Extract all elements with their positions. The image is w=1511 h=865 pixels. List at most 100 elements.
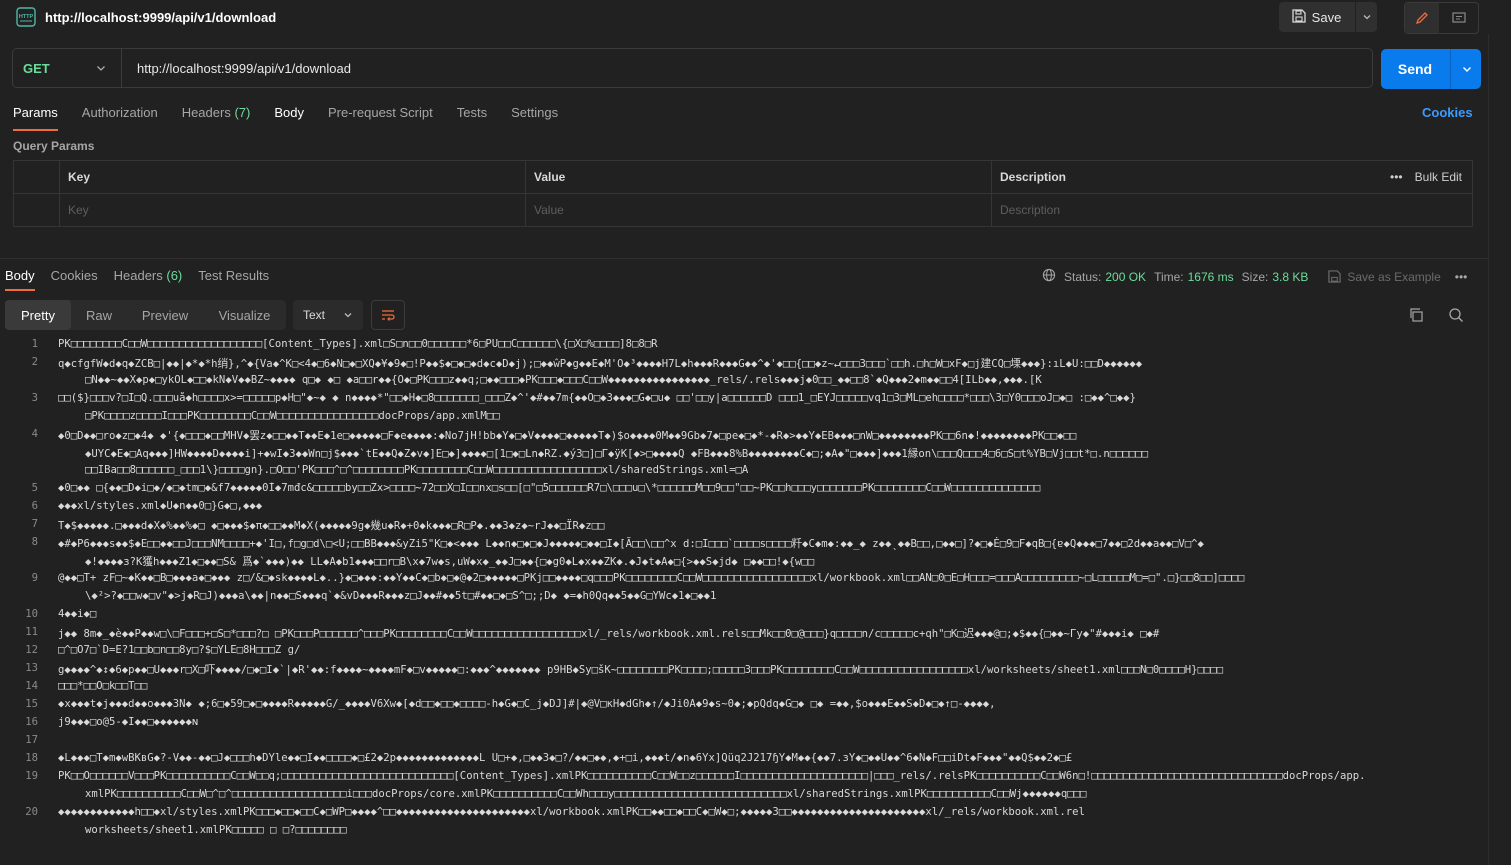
code-line: 16 j9◆◆◆□o@5-◆I◆◆□◆◆◆◆◆◆ɴ xyxy=(0,716,1488,734)
right-sidebar xyxy=(1488,34,1511,865)
line-text: □□IBa□□8□□□□□□_□□□1\}□□□□gn}.□O□□'PK□□□^… xyxy=(85,464,749,476)
method-select[interactable]: GET xyxy=(23,61,50,76)
pencil-icon xyxy=(1415,12,1428,25)
save-icon xyxy=(1328,270,1342,283)
code-line-wrap: □□IBa□□8□□□□□□_□□□1\}□□□□gn}.□O□□'PK□□□^… xyxy=(0,464,1488,482)
request-tabs: Params Authorization Headers (7) Body Pr… xyxy=(13,105,558,131)
chevron-down-icon xyxy=(97,66,105,71)
code-line: 1 PK□□□□□□□□C□□W□□□□□□□□□□□□□□□□□□[Conten… xyxy=(0,338,1488,356)
copy-icon[interactable] xyxy=(1408,307,1424,326)
status-value[interactable]: 200 OK xyxy=(1105,270,1146,284)
code-line: 4 ◆0□D◆◆□ro◆z□◆4◆ ◆'{◆□□□◆□□MHV◆罢z◆□□◆◆T◆… xyxy=(0,428,1488,446)
params-empty-row: Key Value Description xyxy=(14,194,1472,226)
line-text: PK□□□□□□□□C□□W□□□□□□□□□□□□□□□□□□[Content… xyxy=(58,338,658,350)
save-dropdown-button[interactable] xyxy=(1355,2,1378,32)
line-text: □□□*□□O□k□□T□□ xyxy=(58,680,148,692)
code-line-wrap: \◆²>?◆□□w◆□v"◆>j◆R□J)◆◆◆a\◆◆|n◆◆□S◆◆◆q`◆… xyxy=(0,590,1488,608)
line-text: □N◆◆~◆◆X◆p◆□ykOL◆□□◆kN◆V◆◆BZ~◆◆◆◆ q□◆ ◆□… xyxy=(85,374,1042,386)
line-number: 10 xyxy=(25,608,38,620)
code-line-wrap: xmlPK□□□□□□□□□□C□□W□^□^□□□□□□□□□□□□□□□□□… xyxy=(0,788,1488,806)
line-number: 2 xyxy=(31,356,38,368)
url-input[interactable]: http://localhost:9999/api/v1/download xyxy=(137,61,351,76)
value-column-header: Value xyxy=(525,161,991,193)
line-number: 15 xyxy=(25,698,38,710)
text-format-select[interactable]: Text xyxy=(293,300,363,330)
send-button[interactable]: Send xyxy=(1381,49,1449,89)
request-title[interactable]: http://localhost:9999/api/v1/download xyxy=(45,10,276,25)
code-line: 7 T◆$◆◆◆◆◆.□◆◆◆d◆X◆%◆◆%◆□ ◆□◆◆◆$◆π◆□□◆◆M◆… xyxy=(0,518,1488,536)
wrap-lines-button[interactable] xyxy=(371,300,405,330)
tab-settings[interactable]: Settings xyxy=(511,105,558,129)
line-text: worksheets/sheet1.xmlPK□□□□□ □ □?□□□□□□□… xyxy=(85,824,347,836)
code-line: 5 ◆0□◆◆ □{◆◆□D◆i□◆/◆□◆tm□◆&f7◆◆◆◆◆0Ì◆7mđc… xyxy=(0,482,1488,500)
send-dropdown-button[interactable] xyxy=(1450,49,1482,89)
bulk-edit-area: ••• Bulk Edit xyxy=(1390,170,1462,184)
code-line-wrap: □PK□□□□z□□□□I□□□PK□□□□□□□□C□□W□□□□□□□□□□… xyxy=(0,410,1488,428)
code-line: 6 ◆◆◆xl/styles.xml◆U◆n◆◆0□}G◆□,◆◆◆ xyxy=(0,500,1488,518)
query-params-label: Query Params xyxy=(13,139,95,153)
response-tab-test-results[interactable]: Test Results xyxy=(198,268,269,289)
key-column-header: Key xyxy=(59,161,525,193)
tab-pre-request-script[interactable]: Pre-request Script xyxy=(328,105,433,129)
cookies-link[interactable]: Cookies xyxy=(1422,105,1473,120)
comment-button[interactable] xyxy=(1440,3,1478,33)
view-mode-toggle xyxy=(1404,2,1479,34)
response-tab-body[interactable]: Body xyxy=(5,268,35,291)
response-divider[interactable] xyxy=(0,258,1488,259)
wrap-icon xyxy=(382,310,395,321)
tab-headers[interactable]: Headers (7) xyxy=(182,105,251,129)
status-label: Status: xyxy=(1064,269,1102,284)
response-status-area: Status: 200 OK Time: 1676 ms Size: 3.8 K… xyxy=(1042,268,1467,285)
ellipsis-icon[interactable]: ••• xyxy=(1390,170,1403,184)
line-number: 13 xyxy=(25,662,38,674)
line-number: 14 xyxy=(25,680,38,692)
tab-body[interactable]: Body xyxy=(274,105,304,129)
size-value[interactable]: 3.8 KB xyxy=(1272,270,1308,284)
response-headers-label: Headers xyxy=(113,268,163,283)
response-tab-cookies[interactable]: Cookies xyxy=(51,268,98,289)
ellipsis-icon[interactable]: ••• xyxy=(1455,270,1468,284)
tab-tests[interactable]: Tests xyxy=(457,105,487,129)
response-tab-headers[interactable]: Headers (6) xyxy=(114,268,183,289)
response-body-code[interactable]: 1 PK□□□□□□□□C□□W□□□□□□□□□□□□□□□□□□[Conten… xyxy=(0,338,1488,865)
line-text: ◆◆◆◆◆◆◆◆◆◆◆◆h□□◆xl/styles.xmlPK□□□◆□□◆□□… xyxy=(58,806,1085,818)
description-input[interactable]: Description xyxy=(991,194,1472,226)
line-text: ◆0□D◆◆□ro◆z□◆4◆ ◆'{◆□□□◆□□MHV◆罢z◆□□◆◆T◆◆… xyxy=(58,430,1077,442)
globe-icon[interactable] xyxy=(1042,268,1056,285)
line-number: 3 xyxy=(31,392,38,404)
tab-params[interactable]: Params xyxy=(13,105,58,131)
chevron-down-icon xyxy=(344,313,352,318)
code-line: 19 PK□□O□□□□□□V□□□PK□□□□□□□□□□C□□W□□q;□□□… xyxy=(0,770,1488,788)
line-text: j◆◆ 8m◆_◆è◆◆P◆◆w□\□F□□□+□S□*□□□?□ □PK□□□… xyxy=(58,628,1160,640)
tab-authorization[interactable]: Authorization xyxy=(82,105,158,129)
save-button[interactable]: Save xyxy=(1279,2,1354,32)
value-input[interactable]: Value xyxy=(525,194,991,226)
line-number: 20 xyxy=(25,806,38,818)
row-checkbox-cell xyxy=(14,194,59,226)
code-line: 2 q◆cfgfW◆d◆q◆ZCB□|◆◆|◆*◆*h绡},^◆{Va◆^K□<4… xyxy=(0,356,1488,374)
line-number: 18 xyxy=(25,752,38,764)
save-icon xyxy=(1292,8,1306,26)
format-preview[interactable]: Preview xyxy=(127,300,203,330)
time-value[interactable]: 1676 ms xyxy=(1188,270,1234,284)
format-pretty[interactable]: Pretty xyxy=(5,300,71,330)
bulk-edit-button[interactable]: Bulk Edit xyxy=(1415,170,1462,184)
key-input[interactable]: Key xyxy=(59,194,525,226)
line-number: 4 xyxy=(31,428,38,440)
line-text: j9◆◆◆□o@5-◆I◆◆□◆◆◆◆◆◆ɴ xyxy=(58,716,199,728)
search-icon[interactable] xyxy=(1448,307,1464,326)
format-raw[interactable]: Raw xyxy=(71,300,127,330)
text-format-value: Text xyxy=(303,308,326,322)
line-text: 4◆◆i◆□ xyxy=(58,608,97,620)
line-number: 11 xyxy=(25,626,38,638)
line-text: T◆$◆◆◆◆◆.□◆◆◆d◆X◆%◆◆%◆□ ◆□◆◆◆$◆π◆□□◆◆M◆X… xyxy=(58,520,605,532)
line-text: g◆◆◆◆^◆↕◆6◆p◆◆□U◆◆◆r□X□吓◆◆◆◆/□◆□I◆`|◆R'◆… xyxy=(58,664,1224,676)
edit-button[interactable] xyxy=(1405,3,1439,33)
code-line: 8 ◆#◆P6◆◆◆s◆◆$◆E□□◆◆□□J□□□NM□□□□+◆'I□,f□g… xyxy=(0,536,1488,554)
line-text: ◆UYC◆E◆□Aq◆◆◆]HW◆◆◆◆D◆◆◆◆i]+◆wI◆3◆◆Wn□j$… xyxy=(85,448,1148,460)
line-text: q◆cfgfW◆d◆q◆ZCB□|◆◆|◆*◆*h绡},^◆{Va◆^K□<4◆… xyxy=(58,358,1143,370)
checkbox-column-header xyxy=(14,161,59,193)
save-as-example-button[interactable]: Save as Example xyxy=(1328,270,1441,284)
line-text: xmlPK□□□□□□□□□□C□□W□^□^□□□□□□□□□□□□□□□□□… xyxy=(85,788,1087,800)
format-visualize[interactable]: Visualize xyxy=(203,300,286,330)
